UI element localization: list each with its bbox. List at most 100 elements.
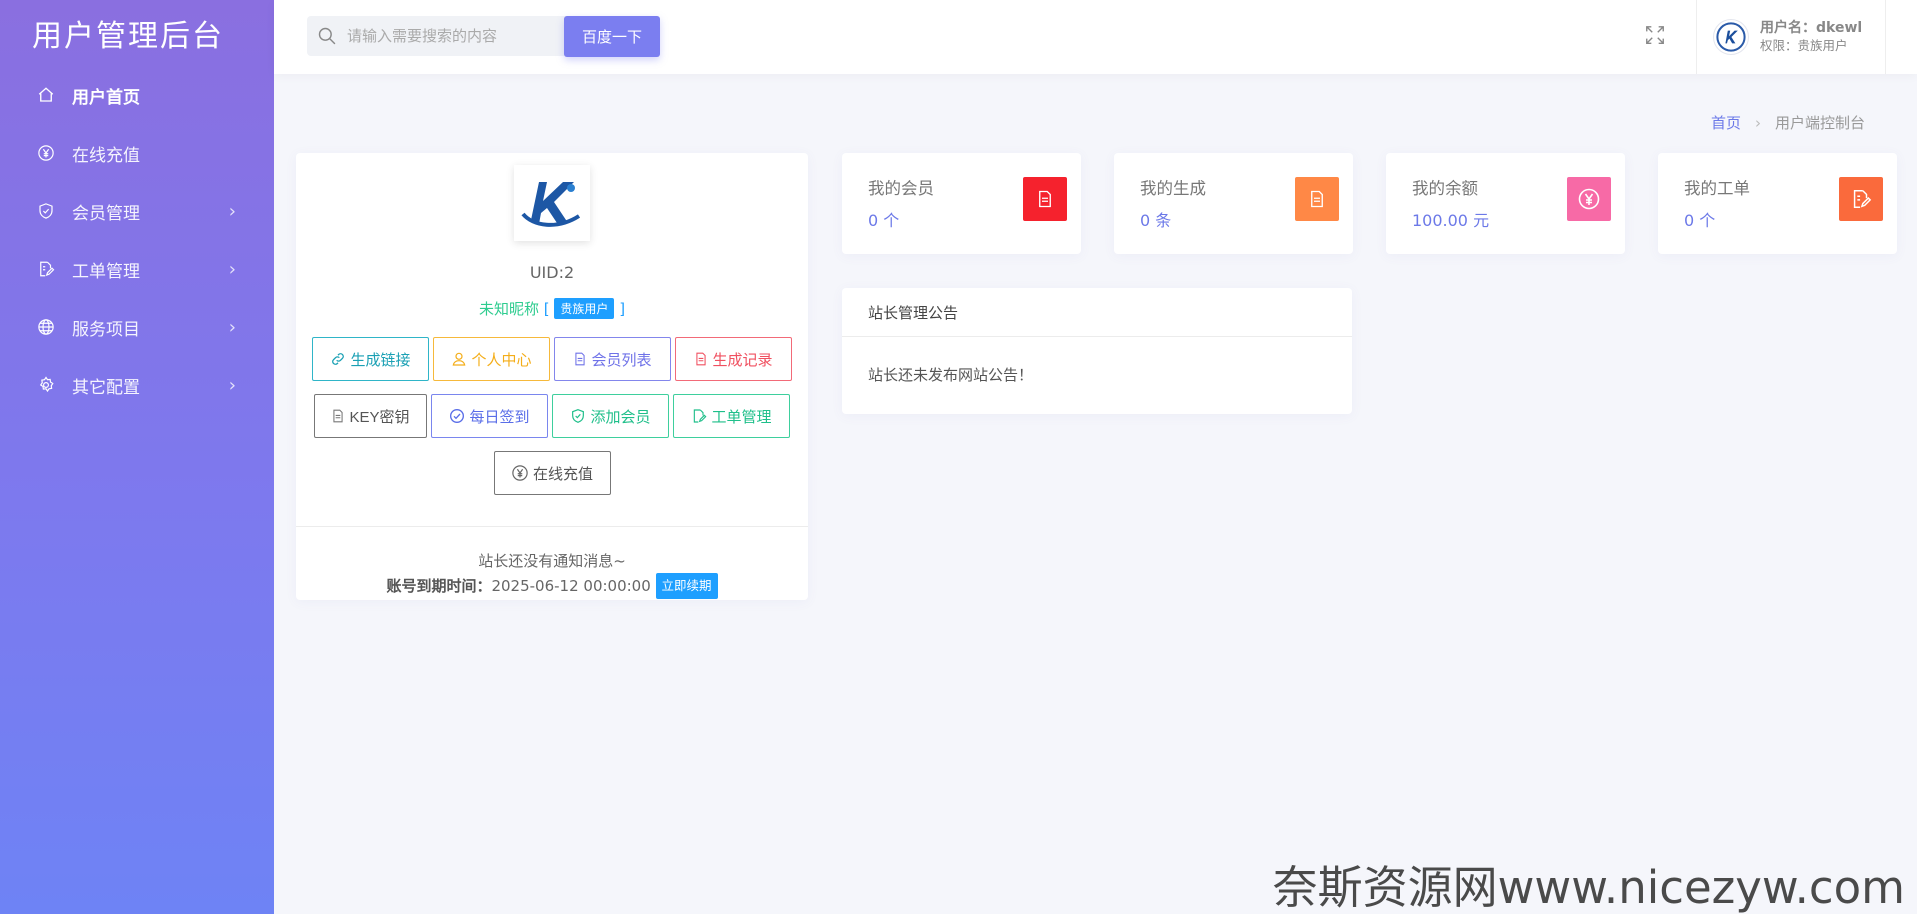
quick-actions-row-3: 在线充值 (296, 451, 808, 495)
user-name: 用户名：dkewl (1760, 20, 1863, 36)
document-icon (1023, 177, 1067, 221)
edit-doc-icon (36, 259, 56, 279)
sidebar-item-label: 在线充值 (72, 145, 140, 166)
yen-circle-icon (511, 464, 529, 482)
uid-text: UID:2 (529, 263, 575, 282)
button-label: 在线充值 (532, 465, 593, 483)
expire-row: 账号到期时间：2025-06-12 00:00:00 立即续期 (296, 573, 808, 599)
profile-footer: 站长还没有通知消息~ 账号到期时间：2025-06-12 00:00:00 立即… (296, 526, 808, 599)
chevron-right-icon: › (228, 316, 236, 338)
yen-circle-icon (36, 143, 56, 163)
document-icon (331, 409, 345, 423)
button-label: 添加会员 (590, 408, 651, 426)
search-button[interactable]: 百度一下 (564, 16, 660, 57)
stat-value: 0 条 (1140, 211, 1172, 230)
chevron-right-icon: › (228, 374, 236, 396)
role-badge: 贵族用户 (554, 298, 615, 319)
personal-center-button[interactable]: 个人中心 (433, 337, 550, 381)
sidebar-item-label: 工单管理 (72, 261, 140, 282)
stat-value: 100.00 元 (1412, 211, 1490, 230)
search-input[interactable] (347, 27, 547, 45)
document-icon (573, 352, 587, 366)
sidebar-item-ticket-management[interactable]: 工单管理 › (0, 240, 274, 298)
watermark-text: 奈斯资源网www.nicezyw.com (1272, 861, 1905, 914)
button-label: 生成链接 (350, 351, 411, 369)
link-icon (330, 351, 346, 367)
sidebar-item-label: 用户首页 (72, 87, 140, 108)
breadcrumb-current: 用户端控制台 (1774, 114, 1865, 132)
generation-records-button[interactable]: 生成记录 (675, 337, 792, 381)
chevron-right-icon: › (228, 258, 236, 280)
edit-doc-icon (1839, 177, 1883, 221)
quick-actions-row-1: 生成链接 个人中心 会员列表 生成记录 (296, 337, 808, 381)
generate-link-button[interactable]: 生成链接 (312, 337, 429, 381)
document-icon (1295, 177, 1339, 221)
announcement-title: 站长管理公告 (842, 288, 1352, 337)
chevron-right-icon: › (228, 200, 236, 222)
shield-check-icon (36, 201, 56, 221)
stat-value: 0 个 (1684, 211, 1716, 230)
add-member-button[interactable]: 添加会员 (552, 394, 669, 438)
sidebar-menu: 用户首页 在线充值 会员管理 › 工单管理 › 服务项目 › 其它配置 › (0, 66, 274, 414)
announcement-body: 站长还未发布网站公告！ (868, 366, 1034, 384)
stat-card-members[interactable]: 我的会员 0 个 (842, 153, 1081, 254)
notification-text: 站长还没有通知消息~ (478, 552, 626, 570)
expire-label: 账号到期时间： (386, 577, 492, 595)
sidebar-item-user-home[interactable]: 用户首页 (0, 66, 274, 124)
sidebar-item-other-settings[interactable]: 其它配置 › (0, 356, 274, 414)
button-label: 会员列表 (591, 351, 652, 369)
sidebar-item-label: 其它配置 (72, 377, 140, 398)
stat-title: 我的会员 (868, 179, 934, 198)
shield-check-icon (570, 408, 586, 424)
yen-circle-icon (1567, 177, 1611, 221)
key-button[interactable]: KEY密钥 (314, 394, 427, 438)
quick-actions-row-2: KEY密钥 每日签到 添加会员 工单管理 (296, 394, 808, 438)
user-icon (451, 351, 467, 367)
daily-checkin-button[interactable]: 每日签到 (431, 394, 548, 438)
sidebar-item-member-management[interactable]: 会员管理 › (0, 182, 274, 240)
sidebar-item-label: 会员管理 (72, 203, 140, 224)
bracket-open: [ (543, 300, 550, 318)
button-label: 个人中心 (471, 351, 532, 369)
brand-title: 用户管理后台 (32, 19, 224, 54)
user-role: 权限：贵族用户 (1760, 38, 1848, 53)
user-meta: 用户名：dkewl 权限：贵族用户 (1760, 20, 1862, 54)
stat-card-tickets[interactable]: 我的工单 0 个 (1658, 153, 1897, 254)
sidebar-item-label: 服务项目 (72, 319, 140, 340)
expire-time: 2025-06-12 00:00:00 (491, 577, 651, 595)
button-label: 每日签到 (469, 408, 530, 426)
logo-icon (521, 182, 581, 227)
stat-title: 我的生成 (1140, 179, 1206, 198)
search-icon (307, 26, 347, 46)
button-label: 生成记录 (712, 351, 773, 369)
stat-title: 我的余额 (1412, 179, 1478, 198)
globe-icon (36, 317, 56, 337)
button-label: KEY密钥 (349, 408, 410, 426)
edit-doc-icon (691, 408, 707, 424)
member-list-button[interactable]: 会员列表 (554, 337, 671, 381)
profile-avatar (514, 165, 590, 241)
stat-card-balance[interactable]: 我的余额 100.00 元 (1386, 153, 1625, 254)
document-icon (694, 352, 708, 366)
fullscreen-icon[interactable] (1644, 24, 1668, 48)
sidebar: 用户管理后台 用户首页 在线充值 会员管理 › 工单管理 › 服务项目 › 其它… (0, 0, 274, 914)
breadcrumb-home[interactable]: 首页 (1711, 112, 1741, 133)
topbar: 百度一下 用户名：dkewl 权限：贵族用户 (274, 0, 1917, 74)
stat-card-generations[interactable]: 我的生成 0 条 (1114, 153, 1353, 254)
check-circle-icon (449, 408, 465, 424)
breadcrumb-separator-icon: › (1754, 113, 1761, 132)
user-menu[interactable]: 用户名：dkewl 权限：贵族用户 (1696, 0, 1886, 74)
gear-icon (36, 375, 56, 395)
avatar (1713, 19, 1749, 55)
online-recharge-button[interactable]: 在线充值 (493, 451, 611, 495)
stat-value: 0 个 (868, 211, 900, 230)
sidebar-item-services[interactable]: 服务项目 › (0, 298, 274, 356)
home-icon (36, 85, 56, 105)
ticket-management-button[interactable]: 工单管理 (673, 394, 790, 438)
breadcrumb: 首页 › 用户端控制台 (1711, 112, 1865, 133)
announcement-card: 站长管理公告 站长还未发布网站公告！ (842, 288, 1352, 414)
sidebar-item-recharge[interactable]: 在线充值 (0, 124, 274, 182)
stat-title: 我的工单 (1684, 179, 1750, 198)
renew-button[interactable]: 立即续期 (655, 573, 718, 599)
nickname-row: 未知昵称 [ 贵族用户 ] (296, 298, 808, 319)
